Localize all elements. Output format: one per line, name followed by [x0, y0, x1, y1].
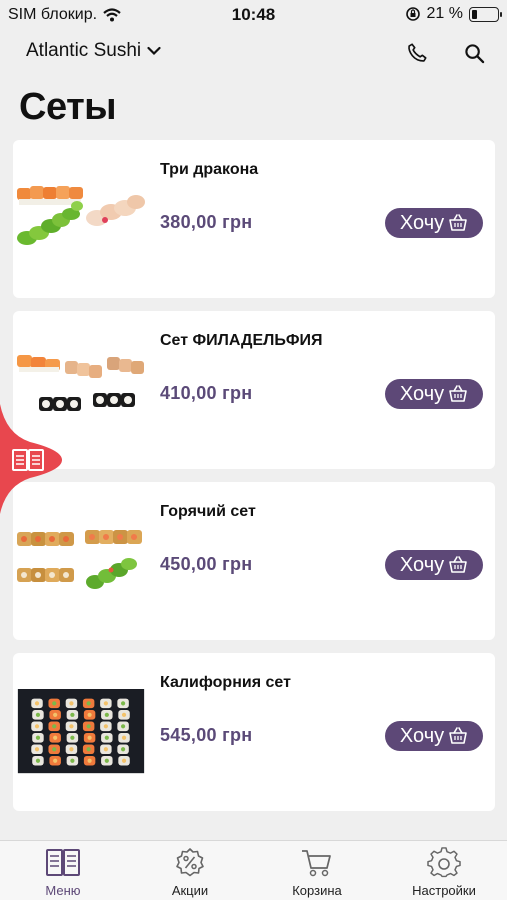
product-image: [17, 689, 145, 774]
add-to-cart-label: Хочу: [399, 211, 445, 234]
product-price: 545,00 грн: [160, 725, 253, 745]
basket-icon: [449, 727, 467, 744]
battery-icon: [469, 6, 502, 22]
gear-icon: [427, 847, 461, 878]
nav-item-settings[interactable]: Настройки: [381, 841, 507, 900]
product-card[interactable]: Калифорния сет 545,00 грн Хочу: [13, 653, 495, 811]
nav-label-settings: Настройки: [412, 883, 476, 898]
add-to-cart-button[interactable]: Хочу: [385, 208, 483, 238]
status-bar: SIM блокир. 10:48 21 %: [0, 0, 507, 30]
product-name: Горячий сет: [160, 503, 256, 520]
search-button[interactable]: [459, 38, 489, 68]
product-price: 450,00 грн: [160, 554, 253, 574]
add-to-cart-button[interactable]: Хочу: [385, 550, 483, 580]
basket-icon: [449, 385, 467, 402]
product-price: 380,00 грн: [160, 212, 253, 232]
add-to-cart-label: Хочу: [399, 724, 445, 747]
page-title: Сеты: [19, 86, 117, 128]
battery-percent: 21 %: [426, 5, 463, 22]
product-name: Сет ФИЛАДЕЛЬФИЯ: [160, 332, 323, 349]
store-name: Atlantic Sushi: [26, 40, 142, 61]
orientation-lock-icon: [405, 7, 420, 21]
product-name: Калифорния сет: [160, 674, 291, 691]
search-icon: [464, 43, 484, 63]
menu-book-icon: [46, 849, 80, 876]
call-button[interactable]: [402, 38, 432, 68]
product-image: [17, 186, 145, 245]
product-name: Три дракона: [160, 161, 259, 178]
product-image: [17, 530, 142, 589]
nav-item-menu[interactable]: Меню: [0, 841, 126, 900]
phone-icon: [408, 43, 427, 62]
add-to-cart-label: Хочу: [399, 382, 445, 405]
app-header: Atlantic Sushi: [0, 30, 507, 80]
cart-icon: [302, 850, 331, 877]
chevron-down-icon: [147, 46, 161, 56]
basket-icon: [449, 556, 467, 573]
nav-item-cart[interactable]: Корзина: [254, 841, 380, 900]
product-card[interactable]: Три дракона 380,00 грн Хочу: [13, 140, 495, 298]
product-price: 410,00 грн: [160, 383, 253, 403]
basket-icon: [449, 214, 467, 231]
add-to-cart-button[interactable]: Хочу: [385, 721, 483, 751]
menu-book-icon: [12, 449, 44, 471]
add-to-cart-label: Хочу: [399, 553, 445, 576]
nav-label-cart: Корзина: [292, 883, 342, 898]
add-to-cart-button[interactable]: Хочу: [385, 379, 483, 409]
product-card[interactable]: Горячий сет 450,00 грн Хочу: [13, 482, 495, 640]
nav-label-menu: Меню: [45, 883, 81, 898]
menu-side-tab[interactable]: [0, 404, 64, 514]
bottom-navigation: Меню Акции Корзина Настройки: [0, 840, 507, 900]
store-selector[interactable]: Atlantic Sushi: [26, 40, 161, 62]
product-card[interactable]: Сет ФИЛАДЕЛЬФИЯ 410,00 грн Хочу: [13, 311, 495, 469]
nav-label-promotions: Акции: [171, 883, 209, 898]
status-right: 21 %: [405, 5, 502, 23]
discount-badge-icon: [176, 848, 204, 877]
nav-item-promotions[interactable]: Акции: [127, 841, 253, 900]
